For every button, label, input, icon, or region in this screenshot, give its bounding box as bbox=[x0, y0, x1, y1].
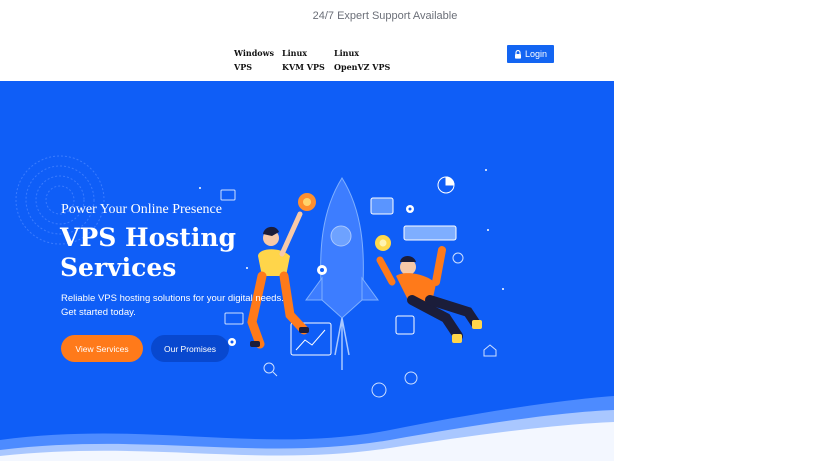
nav-label-line2: VPS bbox=[234, 62, 252, 72]
hero-title-line2: Services bbox=[60, 253, 177, 282]
nav-label-line1: Linux bbox=[282, 48, 308, 58]
support-text: 24/7 Expert Support Available bbox=[312, 10, 458, 22]
main-nav: Windows VPS Linux KVM VPS Linux OpenVZ V… bbox=[0, 32, 820, 81]
our-promises-button[interactable]: Our Promises bbox=[151, 335, 229, 362]
hero-title-line1: VPS Hosting bbox=[60, 223, 237, 252]
hero-desc-line1: Reliable VPS hosting solutions for your … bbox=[61, 293, 284, 304]
view-services-button[interactable]: View Services bbox=[61, 335, 143, 362]
nav-label-line1: Linux bbox=[334, 48, 360, 58]
nav-linux-openvz-vps[interactable]: Linux OpenVZ VPS bbox=[334, 46, 390, 74]
person-right-illustration bbox=[376, 246, 482, 343]
hero-desc-line2: Get started today. bbox=[61, 307, 136, 318]
hero-description: Reliable VPS hosting solutions for your … bbox=[61, 292, 284, 320]
lock-icon bbox=[514, 49, 521, 59]
nav-label-line1: Windows bbox=[234, 48, 275, 58]
nav-linux-kvm-vps[interactable]: Linux KVM VPS bbox=[282, 46, 325, 74]
hero-title: VPS Hosting Services bbox=[60, 223, 236, 283]
pie-icon bbox=[437, 176, 455, 194]
hero-section: Power Your Online Presence VPS Hosting S… bbox=[0, 81, 614, 461]
nav-windows-vps[interactable]: Windows VPS bbox=[234, 46, 274, 74]
top-support-bar: 24/7 Expert Support Available bbox=[0, 0, 820, 32]
nav-label-line2: OpenVZ VPS bbox=[334, 62, 391, 72]
person-left-illustration bbox=[247, 211, 309, 349]
login-button[interactable]: Login bbox=[507, 45, 554, 63]
login-label: Login bbox=[524, 49, 548, 59]
rocket-illustration bbox=[305, 177, 379, 370]
hero-kicker: Power Your Online Presence bbox=[61, 202, 222, 217]
nav-label-line2: KVM VPS bbox=[282, 62, 325, 72]
